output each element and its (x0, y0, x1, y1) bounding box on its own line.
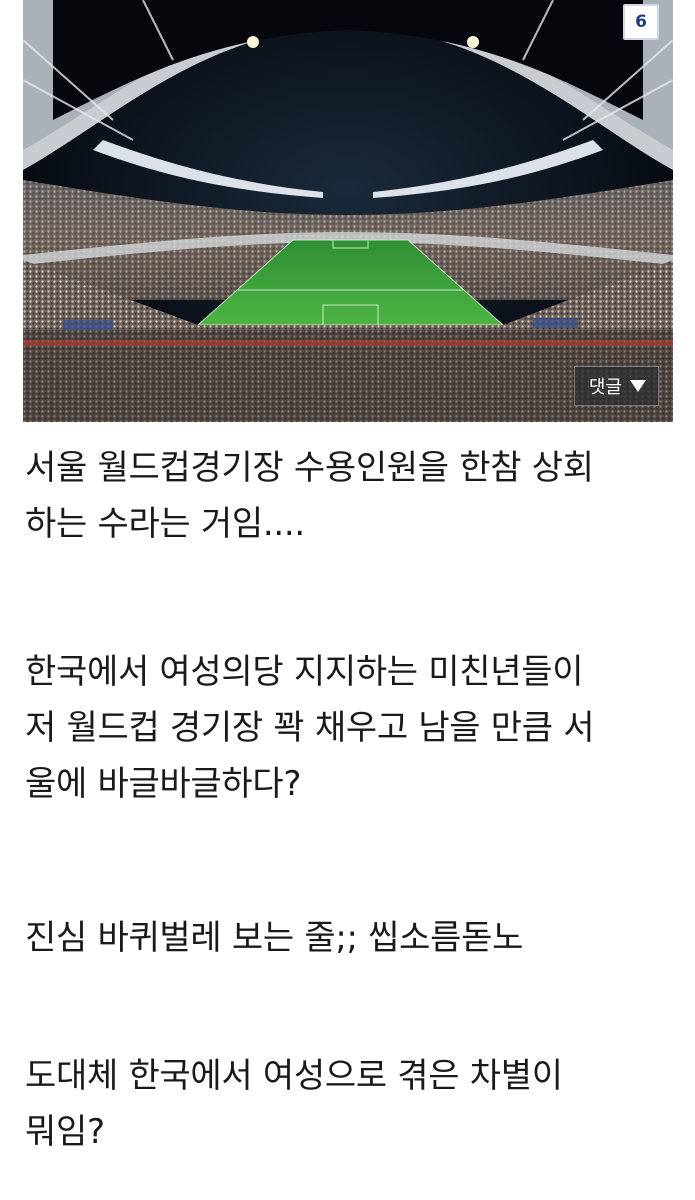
post-paragraph: 도대체 한국에서 여성으로 겪은 차별이 뭐임? (25, 1056, 563, 1152)
post-paragraph: 서울 월드컵경기장 수용인원을 한참 상회 하는 수라는 거임.... (25, 448, 594, 544)
post-image[interactable]: 6 댓글 (23, 0, 673, 422)
comment-toggle-button[interactable]: 댓글 (573, 366, 659, 406)
stadium-photo (23, 0, 673, 422)
post-paragraph: 진심 바퀴벌레 보는 줄;; 씹소름돋노 (25, 918, 524, 958)
post-paragraph: 한국에서 여성의당 지지하는 미친년들이 저 월드컵 경기장 꽉 채우고 남을 … (25, 652, 595, 804)
comment-button-label: 댓글 (588, 377, 622, 398)
page-number-badge: 6 (623, 4, 659, 40)
caret-down-icon (630, 380, 646, 392)
